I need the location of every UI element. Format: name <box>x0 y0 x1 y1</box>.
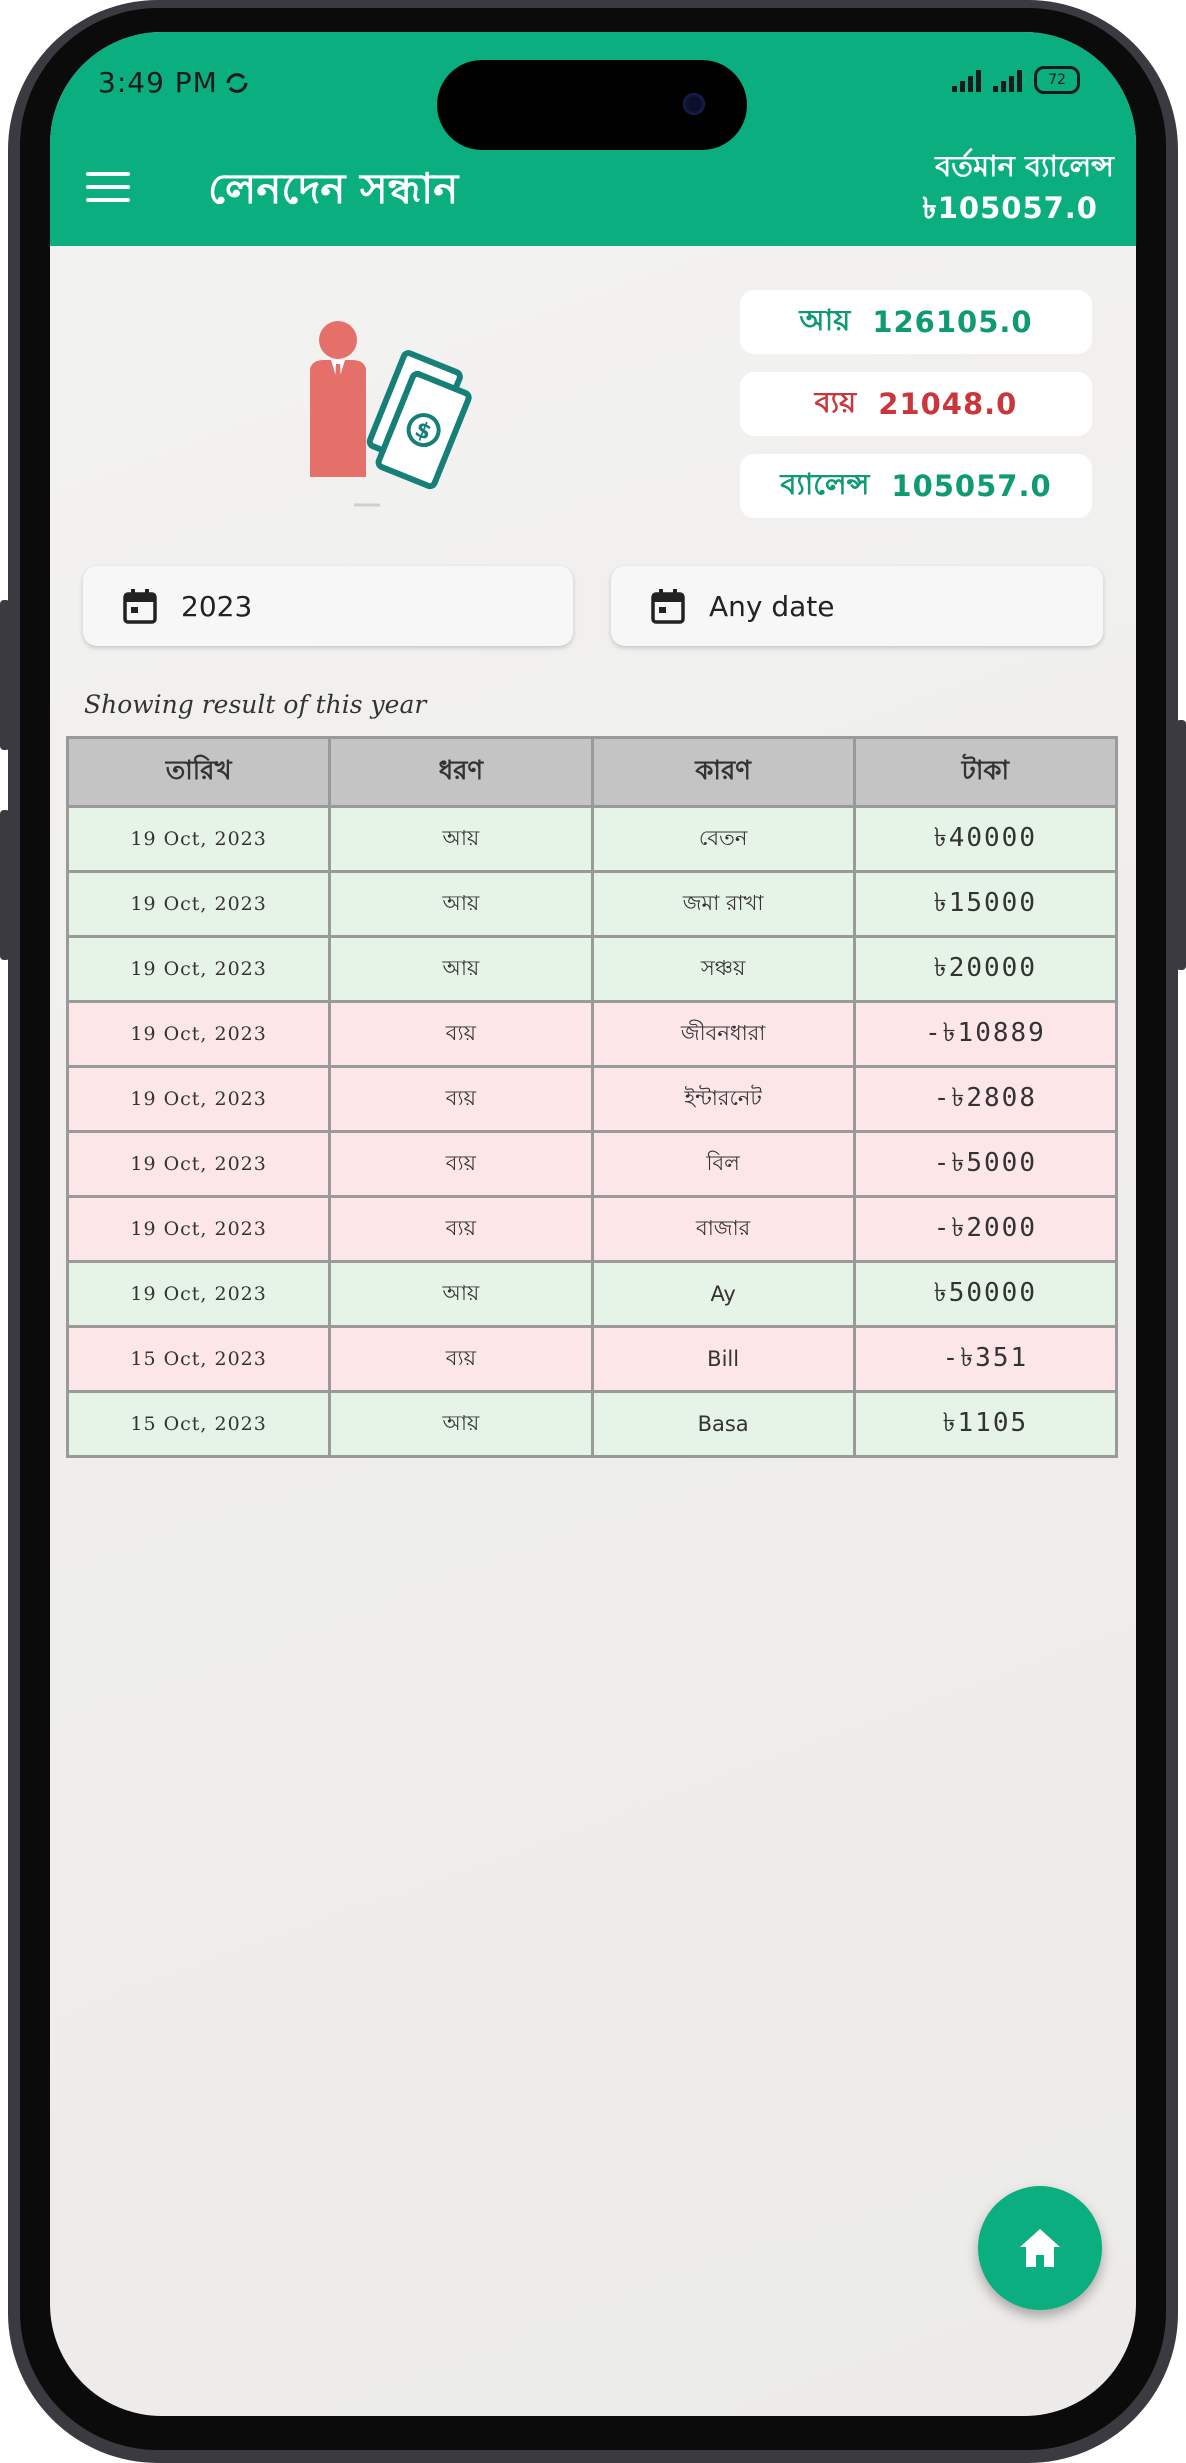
cell-amount: ৳50000 <box>852 1260 1119 1328</box>
table-row[interactable]: 19 Oct, 2023 ব্যয় বাজার -৳2000 <box>65 1195 1119 1263</box>
cell-amount: ৳15000 <box>852 870 1119 938</box>
expense-value: 21048.0 <box>878 387 1018 421</box>
cell-date: 19 Oct, 2023 <box>65 870 332 938</box>
power-button <box>1176 720 1186 970</box>
dynamic-island <box>437 60 747 150</box>
cell-amount: -৳351 <box>852 1325 1119 1393</box>
cell-date: 15 Oct, 2023 <box>65 1390 332 1458</box>
current-balance-value: ৳105057.0 <box>922 191 1098 225</box>
table-row[interactable]: 19 Oct, 2023 ব্যয় ইন্টারনেট -৳2808 <box>65 1065 1119 1133</box>
expense-label: ব্যয় <box>814 384 857 419</box>
income-summary: আয় 126105.0 <box>740 290 1092 354</box>
cell-reason: Basa <box>590 1390 856 1458</box>
table-row[interactable]: 19 Oct, 2023 আয় সঞ্চয় ৳20000 <box>65 935 1119 1003</box>
table-row[interactable]: 19 Oct, 2023 আয় Ay ৳50000 <box>65 1260 1119 1328</box>
cell-type: আয় <box>328 805 594 873</box>
cell-amount: -৳5000 <box>852 1130 1119 1198</box>
cell-type: ব্যয় <box>328 1130 594 1198</box>
cell-reason: বাজার <box>590 1195 856 1263</box>
balance-summary: ব্যালেন্স 105057.0 <box>740 454 1092 518</box>
column-header-date: তারিখ <box>65 736 332 808</box>
column-header-type: ধরণ <box>328 736 594 808</box>
column-header-reason: কারণ <box>590 736 856 808</box>
table-body: 19 Oct, 2023 আয় বেতন ৳40000 19 Oct, 2023 আয়… <box>65 805 1119 1458</box>
income-label: আয় <box>799 302 851 337</box>
calendar-icon <box>123 589 157 624</box>
cell-reason: বেতন <box>590 805 856 873</box>
businessman-money-icon: $ <box>310 321 472 507</box>
sync-icon <box>226 72 248 93</box>
cell-reason: Ay <box>590 1260 856 1328</box>
column-header-amount: টাকা <box>852 736 1119 808</box>
income-value: 126105.0 <box>872 305 1033 339</box>
page-title: লেনদেন সন্ধান <box>208 164 459 213</box>
table-row[interactable]: 15 Oct, 2023 ব্যয় Bill -৳351 <box>65 1325 1119 1393</box>
table-row[interactable]: 19 Oct, 2023 আয় জমা রাখা ৳15000 <box>65 870 1119 938</box>
battery-level: 72 <box>1048 72 1066 88</box>
cell-date: 19 Oct, 2023 <box>65 935 332 1003</box>
cell-date: 15 Oct, 2023 <box>65 1325 332 1393</box>
cell-amount: ৳40000 <box>852 805 1119 873</box>
cell-amount: ৳1105 <box>852 1390 1119 1458</box>
cell-type: ব্যয় <box>328 1195 594 1263</box>
table-row[interactable]: 15 Oct, 2023 আয় Basa ৳1105 <box>65 1390 1119 1458</box>
year-picker-value: 2023 <box>181 589 253 623</box>
battery-icon: 72 <box>1034 66 1080 94</box>
transactions-table: তারিখ ধরণ কারণ টাকা 19 Oct, 2023 আয় বেতন ৳… <box>65 736 1119 1458</box>
signal-icon <box>952 68 981 92</box>
signal-icon <box>993 68 1022 92</box>
balance-value: 105057.0 <box>891 469 1052 503</box>
table-row[interactable]: 19 Oct, 2023 ব্যয় বিল -৳5000 <box>65 1130 1119 1198</box>
cell-date: 19 Oct, 2023 <box>65 1260 332 1328</box>
cell-reason: জীবনধারা <box>590 1000 856 1068</box>
cell-type: আয় <box>328 1260 594 1328</box>
cell-amount: ৳20000 <box>852 935 1119 1003</box>
volume-up-button <box>0 600 10 750</box>
table-row[interactable]: 19 Oct, 2023 আয় বেতন ৳40000 <box>65 805 1119 873</box>
cell-amount: -৳10889 <box>852 1000 1119 1068</box>
table-row[interactable]: 19 Oct, 2023 ব্যয় জীবনধারা -৳10889 <box>65 1000 1119 1068</box>
cell-date: 19 Oct, 2023 <box>65 1195 332 1263</box>
screen: 3:49 PM 72 লেনদেন সন্ধান বর্তমান ব্যালেন… <box>50 32 1136 2416</box>
volume-down-button <box>0 810 10 960</box>
cell-reason: সঞ্চয় <box>590 935 856 1003</box>
status-icons: 72 <box>952 66 1080 94</box>
cell-date: 19 Oct, 2023 <box>65 1000 332 1068</box>
calendar-icon <box>651 589 685 624</box>
status-time: 3:49 PM <box>98 66 250 99</box>
table-header-row: তারিখ ধরণ কারণ টাকা <box>65 736 1119 808</box>
cell-reason: ইন্টারনেট <box>590 1065 856 1133</box>
cell-type: আয় <box>328 870 594 938</box>
year-picker[interactable]: 2023 <box>83 566 573 646</box>
cell-type: ব্যয় <box>328 1000 594 1068</box>
home-button[interactable] <box>978 2186 1102 2310</box>
cell-reason: Bill <box>590 1325 856 1393</box>
home-icon <box>1020 2229 1060 2267</box>
status-time-text: 3:49 PM <box>98 66 218 99</box>
result-caption: Showing result of this year <box>84 690 427 719</box>
balance-label: ব্যালেন্স <box>780 466 870 501</box>
cell-amount: -৳2808 <box>852 1065 1119 1133</box>
cell-amount: -৳2000 <box>852 1195 1119 1263</box>
cell-date: 19 Oct, 2023 <box>65 1130 332 1198</box>
cell-type: আয় <box>328 935 594 1003</box>
expense-summary: ব্যয় 21048.0 <box>740 372 1092 436</box>
menu-icon[interactable] <box>86 172 130 204</box>
cell-reason: বিল <box>590 1130 856 1198</box>
date-picker[interactable]: Any date <box>611 566 1103 646</box>
cell-reason: জমা রাখা <box>590 870 856 938</box>
cell-type: ব্যয় <box>328 1325 594 1393</box>
cell-date: 19 Oct, 2023 <box>65 1065 332 1133</box>
date-picker-value: Any date <box>709 589 835 623</box>
cell-type: আয় <box>328 1390 594 1458</box>
cell-type: ব্যয় <box>328 1065 594 1133</box>
cell-date: 19 Oct, 2023 <box>65 805 332 873</box>
